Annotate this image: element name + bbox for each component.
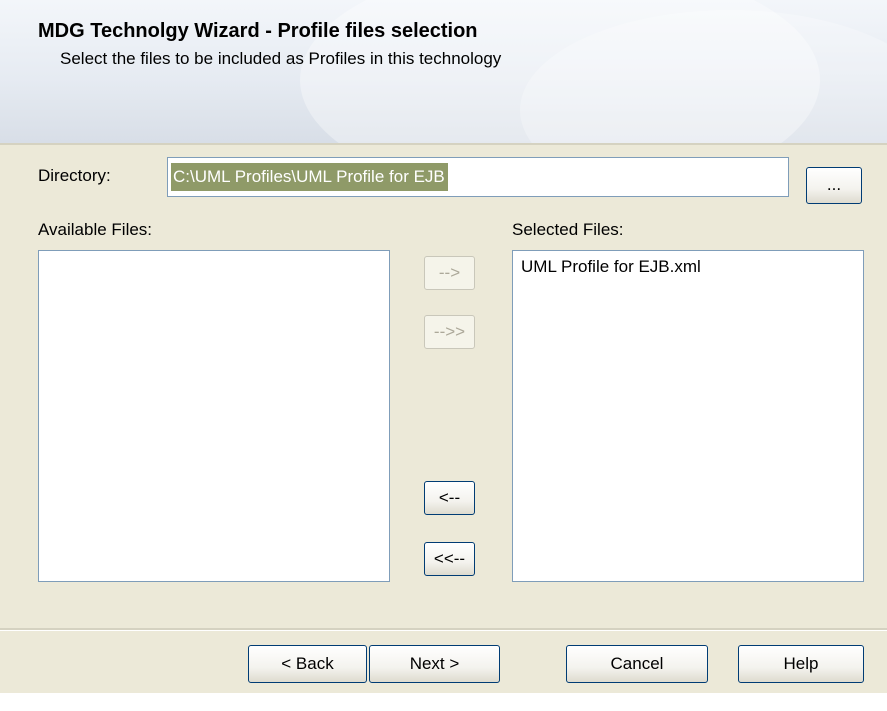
directory-label: Directory:	[38, 166, 111, 185]
available-files-list[interactable]	[38, 250, 390, 582]
remove-all-files-button[interactable]: <<--	[424, 542, 475, 576]
footer-divider-highlight	[0, 630, 887, 631]
next-button[interactable]: Next >	[369, 645, 500, 683]
help-button[interactable]: Help	[738, 645, 864, 683]
selected-files-label: Selected Files:	[512, 220, 624, 239]
list-item[interactable]: UML Profile for EJB.xml	[521, 257, 701, 277]
remove-file-button[interactable]: <--	[424, 481, 475, 515]
wizard-header: MDG Technolgy Wizard - Profile files sel…	[0, 0, 887, 143]
add-file-button[interactable]: -->	[424, 256, 475, 290]
wizard-title: MDG Technolgy Wizard - Profile files sel…	[38, 20, 478, 42]
wizard-subtitle: Select the files to be included as Profi…	[60, 49, 502, 68]
add-all-files-button[interactable]: -->>	[424, 315, 475, 349]
header-divider	[0, 143, 887, 145]
back-button[interactable]: < Back	[248, 645, 367, 683]
directory-input[interactable]: C:\UML Profiles\UML Profile for EJB	[167, 157, 789, 197]
available-files-label: Available Files:	[38, 220, 153, 239]
bottom-strip	[0, 693, 887, 711]
cancel-button[interactable]: Cancel	[566, 645, 708, 683]
browse-button[interactable]: ...	[806, 167, 862, 204]
selected-files-list[interactable]: UML Profile for EJB.xml	[512, 250, 864, 582]
wizard-window: MDG Technolgy Wizard - Profile files sel…	[0, 0, 887, 711]
directory-value: C:\UML Profiles\UML Profile for EJB	[171, 163, 448, 191]
